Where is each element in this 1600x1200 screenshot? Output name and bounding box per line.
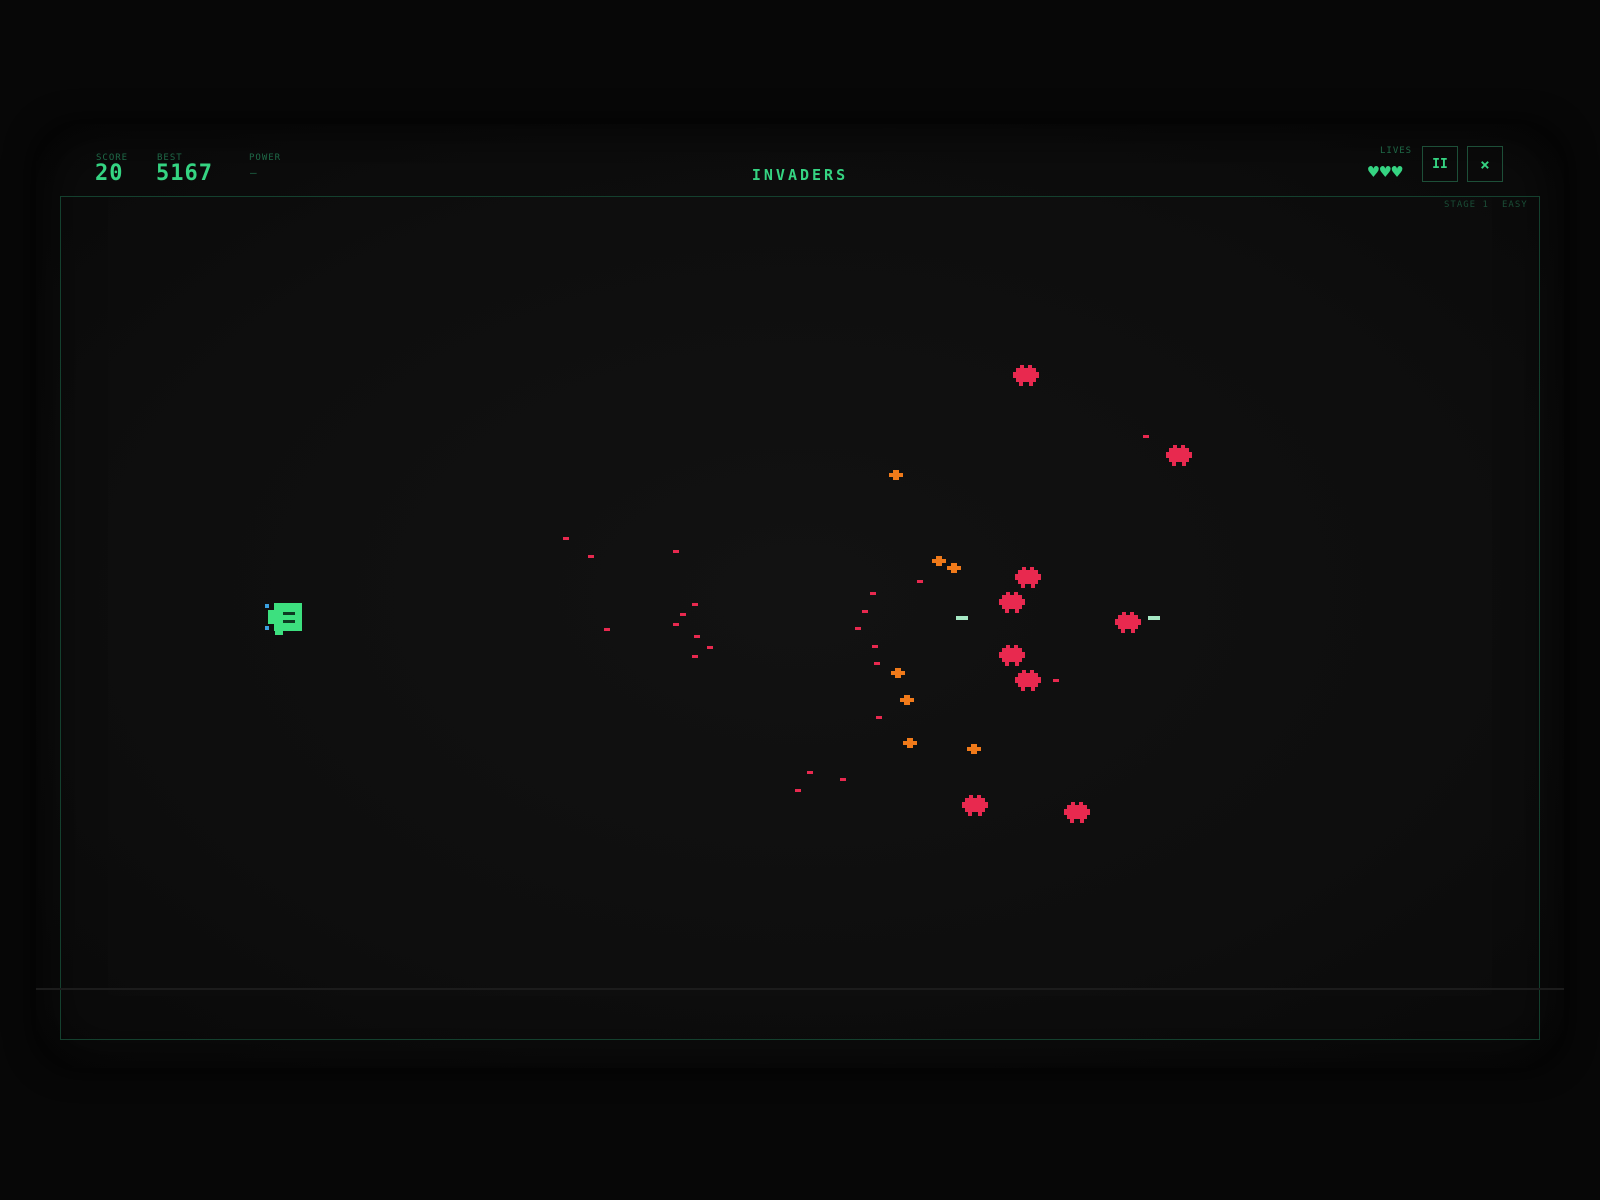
- invader-enemy: [1015, 567, 1041, 588]
- enemy-bullet: [840, 778, 846, 781]
- enemy-bullet: [692, 603, 698, 606]
- player-bullet: [1148, 616, 1160, 620]
- enemy-bullet: [876, 716, 882, 719]
- invader-enemy: [1013, 365, 1039, 386]
- enemy-bullet: [604, 628, 610, 631]
- invader-enemy: [1064, 802, 1090, 823]
- enemy-bullet: [673, 623, 679, 626]
- powerup-pickup: [891, 668, 905, 678]
- enemy-bullet: [673, 550, 679, 553]
- enemy-bullet: [807, 771, 813, 774]
- enemy-bullet: [694, 635, 700, 638]
- enemy-bullet: [917, 580, 923, 583]
- game-sprites: [265, 365, 1192, 823]
- enemy-bullet: [872, 645, 878, 648]
- powerup-pickup: [903, 738, 917, 748]
- invader-enemy: [999, 645, 1025, 666]
- invader-enemy: [1015, 670, 1041, 691]
- enemy-bullet: [870, 592, 876, 595]
- enemy-bullet: [1143, 435, 1149, 438]
- player-ship: [265, 603, 302, 635]
- invader-enemy: [1166, 445, 1192, 466]
- invader-enemy: [999, 592, 1025, 613]
- enemy-bullet: [795, 789, 801, 792]
- enemy-bullet: [680, 613, 686, 616]
- invader-enemy: [1115, 612, 1141, 633]
- powerup-pickup: [947, 563, 961, 573]
- invader-enemy: [962, 795, 988, 816]
- powerup-pickup: [967, 744, 981, 754]
- player-bullet: [956, 616, 968, 620]
- enemy-bullet: [855, 627, 861, 630]
- enemy-bullet: [707, 646, 713, 649]
- enemy-bullet: [692, 655, 698, 658]
- enemy-bullet: [588, 555, 594, 558]
- game-screen: SCORE 20 BEST 5167 POWER – INVADERS LIVE…: [0, 0, 1600, 1200]
- powerup-pickup: [900, 695, 914, 705]
- enemy-bullet: [1053, 679, 1059, 682]
- enemy-bullet: [563, 537, 569, 540]
- enemy-bullet: [874, 662, 880, 665]
- powerup-pickup: [889, 470, 903, 480]
- enemy-bullet: [862, 610, 868, 613]
- powerup-pickup: [932, 556, 946, 566]
